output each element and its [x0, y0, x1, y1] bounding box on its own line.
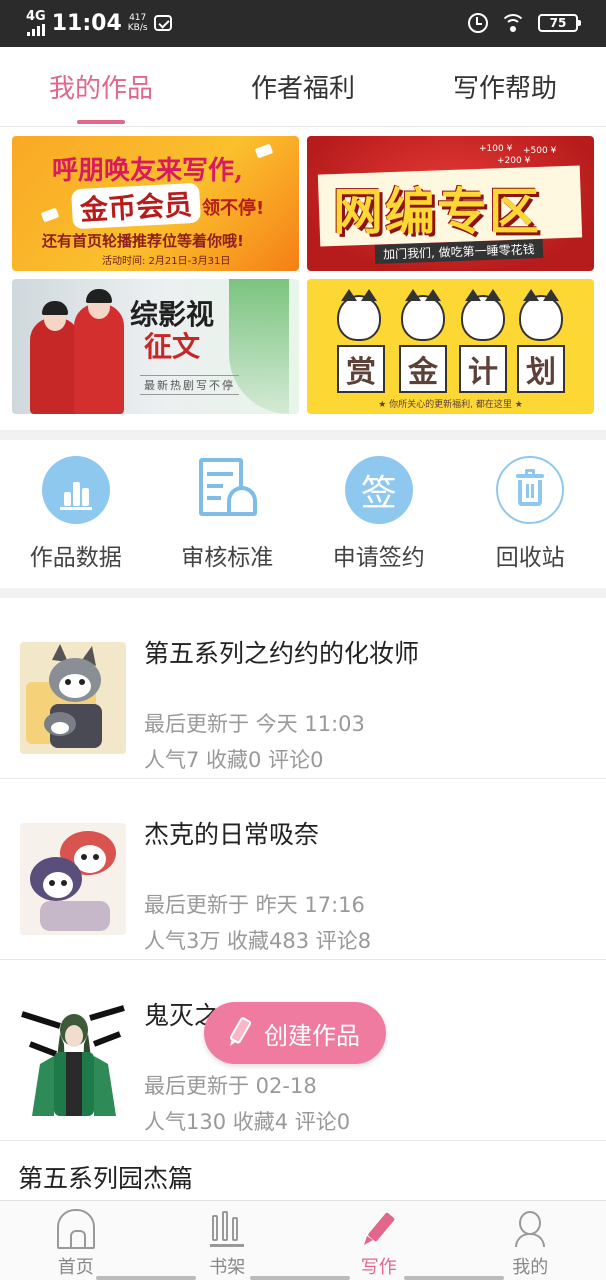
- cat-illustration: [461, 289, 505, 341]
- nav-label: 写作: [360, 1257, 397, 1278]
- message-icon: [153, 15, 172, 31]
- battery-icon: 75: [538, 14, 581, 32]
- banner-headline: 呼朋唤友来写作,: [52, 156, 244, 186]
- work-title: 第五系列之约约的化妆师: [144, 639, 420, 668]
- bounty-plan-banner[interactable]: 赏 金 计 划 ★ 你所关心的更新福利, 都在这里 ★: [307, 279, 594, 414]
- works-data-button[interactable]: 作品数据: [0, 440, 152, 588]
- nav-profile[interactable]: 我的: [455, 1201, 606, 1280]
- banner-word: 金: [399, 345, 447, 393]
- works-list: 第五系列之约约的化妆师 最后更新于 今天 11:03 人气7 收藏0 评论0 杰…: [0, 598, 606, 1200]
- tab-writing-help[interactable]: 写作帮助: [404, 47, 606, 126]
- invite-friends-banner[interactable]: 呼朋唤友来写作, 金币会员 领不停! 还有首页轮播推荐位等着你哦! 活动时间: …: [12, 136, 299, 271]
- pencil-icon: [360, 1209, 398, 1249]
- work-stats: 人气3万 收藏483 评论8: [144, 929, 372, 953]
- banner-highlight-suffix: 领不停!: [202, 198, 265, 219]
- section-divider: [0, 588, 606, 598]
- coin-tag: [40, 207, 60, 223]
- banner-subtitle: 最新热剧写不停: [140, 375, 239, 395]
- banner-title: 网编专区: [333, 182, 541, 241]
- create-work-label: 创建作品: [264, 1021, 360, 1050]
- nav-bookshelf[interactable]: 书架: [152, 1201, 304, 1280]
- gesture-bar: [96, 1276, 196, 1280]
- nav-label: 首页: [57, 1257, 94, 1278]
- banner-title: 综影视 征文: [130, 298, 215, 363]
- work-item[interactable]: 第五系列之约约的化妆师 最后更新于 今天 11:03 人气7 收藏0 评论0: [0, 598, 606, 779]
- quick-action-label: 作品数据: [29, 545, 122, 571]
- wifi-icon: [500, 14, 526, 32]
- editor-zone-banner[interactable]: +100 ¥ +500 ¥ +200 ¥ 网编专区 加门我们, 做吃第一睡零花钱: [307, 136, 594, 271]
- status-time: 11:04: [51, 10, 122, 36]
- banner-subtitle: ★ 你所关心的更新福利, 都在这里 ★: [378, 400, 523, 410]
- signal-icon: 4G: [26, 10, 46, 36]
- status-bar: 4G 11:04 417 KB/s 75: [0, 0, 606, 47]
- bar-chart-icon: [41, 456, 110, 524]
- network-speed: 417 KB/s: [127, 13, 148, 33]
- work-title: 第五系列园杰篇: [18, 1164, 194, 1193]
- work-updated: 最后更新于 02-18: [144, 1074, 317, 1098]
- tab-author-benefits[interactable]: 作者福利: [202, 47, 404, 126]
- character-illustration: [86, 289, 112, 303]
- banner-date: 活动时间: 2月21日-3月31日: [102, 256, 231, 267]
- bookshelf-icon: [208, 1209, 246, 1249]
- banner-grid: 呼朋唤友来写作, 金币会员 领不停! 还有首页轮播推荐位等着你哦! 活动时间: …: [0, 128, 606, 430]
- work-item[interactable]: 第五系列园杰篇: [0, 1141, 606, 1200]
- home-icon: [56, 1209, 95, 1249]
- work-item[interactable]: 杰克的日常吸奈 最后更新于 昨天 17:16 人气3万 收藏483 评论8: [0, 779, 606, 960]
- trash-icon: [496, 456, 565, 524]
- quick-action-label: 审核标准: [181, 545, 274, 571]
- character-illustration: [30, 318, 80, 414]
- banner-subline: 还有首页轮播推荐位等着你哦!: [42, 232, 244, 250]
- banner-word: 计: [459, 345, 507, 393]
- tab-my-works[interactable]: 我的作品: [0, 47, 202, 126]
- character-illustration: [74, 304, 124, 414]
- work-cover: [20, 642, 126, 754]
- coin-tag: [254, 143, 274, 159]
- money-tag: +100 ¥: [479, 144, 513, 154]
- gesture-bar: [404, 1276, 504, 1280]
- money-tag: +500 ¥: [523, 146, 557, 156]
- cat-illustration: [401, 289, 445, 341]
- apply-contract-button[interactable]: 签 申请签约: [303, 440, 455, 588]
- nav-write[interactable]: 写作: [303, 1201, 455, 1280]
- work-stats: 人气7 收藏0 评论0: [144, 748, 324, 772]
- review-standard-button[interactable]: 审核标准: [152, 440, 304, 588]
- nav-label: 我的: [512, 1257, 549, 1278]
- work-updated: 最后更新于 昨天 17:16: [144, 893, 365, 917]
- sign-icon: 签: [344, 456, 413, 524]
- work-title: 杰克的日常吸奈: [144, 820, 320, 849]
- quick-actions: 作品数据 审核标准 签 申请签约 回收站: [0, 440, 606, 588]
- work-cover: [20, 823, 126, 935]
- profile-icon: [511, 1209, 549, 1249]
- work-stats: 人气130 收藏4 评论0: [144, 1110, 351, 1134]
- network-type: 4G: [26, 9, 46, 24]
- banner-word: 赏: [337, 345, 385, 393]
- quick-action-label: 申请签约: [332, 545, 425, 571]
- quick-action-label: 回收站: [495, 545, 565, 571]
- top-tabs: 我的作品 作者福利 写作帮助: [0, 47, 606, 127]
- alarm-icon: [468, 13, 488, 33]
- gesture-bar: [250, 1276, 350, 1280]
- banner-word: 划: [517, 345, 565, 393]
- pencil-icon: [222, 1016, 256, 1050]
- nav-home[interactable]: 首页: [0, 1201, 152, 1280]
- work-cover: [20, 1004, 126, 1116]
- money-tag: +200 ¥: [497, 156, 531, 166]
- document-stamp-icon: [193, 456, 261, 524]
- create-work-button[interactable]: 创建作品: [204, 1002, 386, 1064]
- nav-label: 书架: [209, 1257, 246, 1278]
- cat-illustration: [519, 289, 563, 341]
- drama-contest-banner[interactable]: 综影视 征文 最新热剧写不停: [12, 279, 299, 414]
- work-updated: 最后更新于 今天 11:03: [144, 712, 365, 736]
- battery-level: 75: [549, 16, 567, 30]
- section-divider: [0, 430, 606, 440]
- bottom-nav: 首页 书架 写作 我的: [0, 1200, 606, 1280]
- cat-illustration: [337, 289, 381, 341]
- character-illustration: [42, 301, 68, 315]
- recycle-bin-button[interactable]: 回收站: [455, 440, 606, 588]
- banner-highlight: 金币会员: [71, 182, 201, 230]
